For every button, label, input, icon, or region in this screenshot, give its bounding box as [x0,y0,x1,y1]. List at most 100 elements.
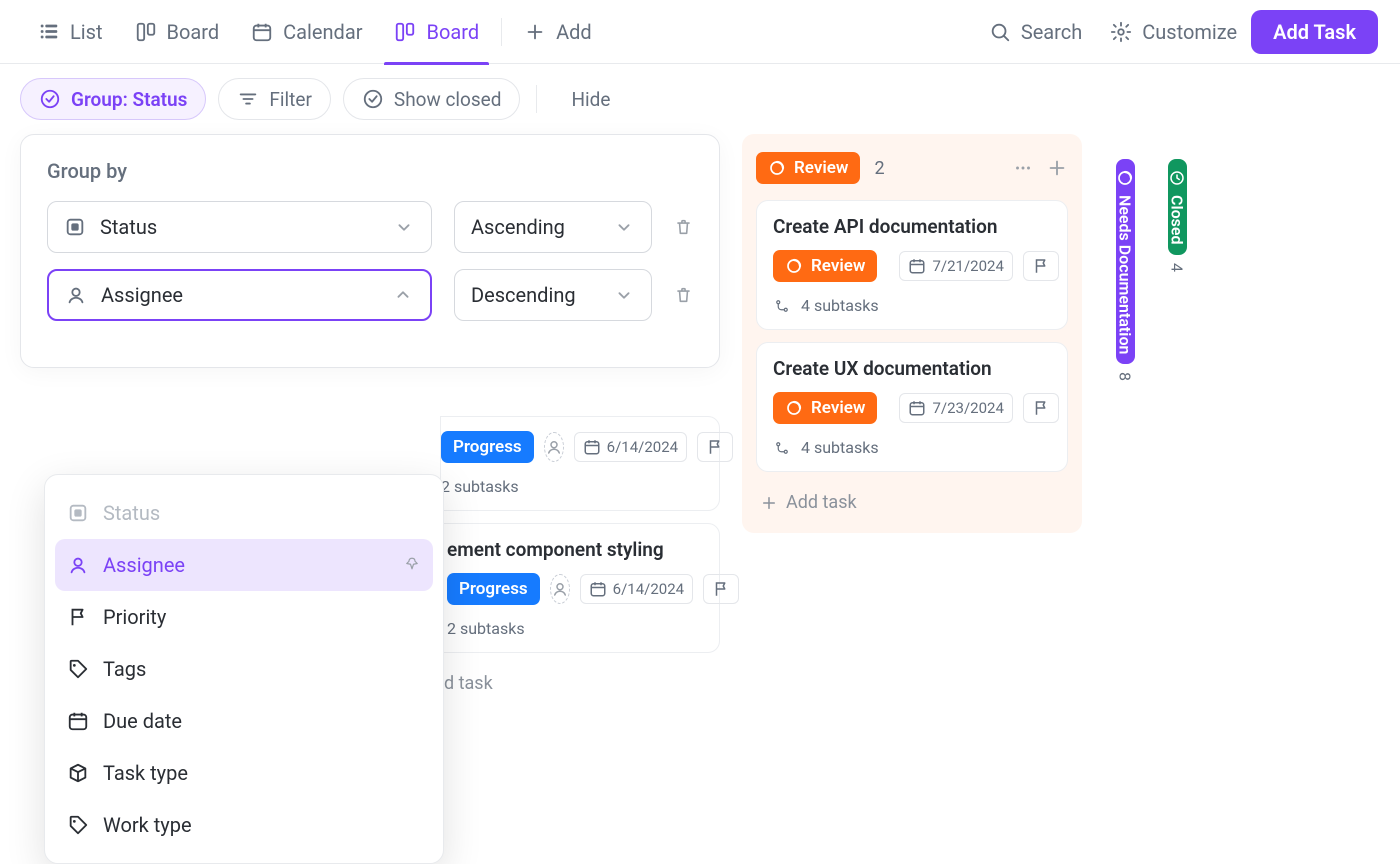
add-task-inline[interactable]: Add task [756,486,1068,519]
dropdown-option-work-type[interactable]: Work type [55,799,433,851]
gear-icon [1110,21,1132,43]
priority-flag-chip[interactable] [697,432,733,462]
show-closed-pill[interactable]: Show closed [343,78,521,120]
group-sort-value: Ascending [471,215,565,239]
tab-label: Board [426,20,479,44]
group-pill[interactable]: Group: Status [20,78,206,120]
task-title: ement component styling [447,538,703,561]
search-label: Search [1021,20,1082,44]
tag-icon [67,814,89,836]
dropdown-option-tags[interactable]: Tags [55,643,433,695]
plus-icon[interactable] [1046,157,1068,179]
progress-circle-icon [785,399,803,417]
avatar[interactable] [887,393,889,423]
add-task-label: Add Task [1273,20,1356,44]
add-task-button[interactable]: Add Task [1251,10,1378,54]
pin-icon[interactable] [403,556,421,574]
status-icon [64,216,86,238]
due-date-chip[interactable]: 7/23/2024 [899,393,1012,423]
progress-circle-icon [785,257,803,275]
status-chip-in-progress[interactable]: Progress [441,431,534,463]
group-row: Assignee Descending [47,269,693,321]
column-count: 2 [874,158,884,179]
column-count: 8 [1116,372,1135,381]
group-field-value: Status [100,215,157,239]
check-circle-icon [362,88,384,110]
priority-flag-chip[interactable] [703,574,739,604]
board-icon [135,21,157,43]
dropdown-option-task-type[interactable]: Task type [55,747,433,799]
dropdown-option-due-date[interactable]: Due date [55,695,433,747]
plus-icon [524,21,546,43]
group-by-popover: Group by Status Ascending Assignee Desce… [20,134,720,368]
status-icon [67,502,89,524]
tab-list[interactable]: List [22,0,119,64]
dropdown-option-priority[interactable]: Priority [55,591,433,643]
avatar[interactable] [887,251,889,281]
dropdown-option-assignee[interactable]: Assignee [55,539,433,591]
search-button[interactable]: Search [975,11,1096,53]
group-field-dropdown: Status Assignee Priority Tags Due date T… [44,474,444,864]
more-icon[interactable] [1012,157,1034,179]
add-task-inline[interactable]: d task [440,667,720,700]
board-icon [394,21,416,43]
due-date-chip[interactable]: 6/14/2024 [580,574,693,604]
group-field-select[interactable]: Status [47,201,432,253]
priority-flag-chip[interactable] [1023,251,1059,281]
status-chip-review[interactable]: Review [756,152,860,184]
status-chip-review[interactable]: Review [773,250,877,282]
task-card[interactable]: Create UX documentation Review 7/23/2024… [756,342,1068,472]
add-view-button[interactable]: Add [508,0,608,64]
priority-flag-chip[interactable] [1023,393,1059,423]
tab-label: Calendar [283,20,362,44]
clock-icon [1168,169,1186,187]
status-chip-in-progress[interactable]: Progress [447,573,540,605]
due-date-chip[interactable]: 6/14/2024 [574,432,687,462]
trash-icon[interactable] [674,214,693,240]
task-card[interactable]: Progress 6/14/2024 2 subtasks [440,416,720,511]
group-label: Group: Status [71,88,187,111]
subtasks-count: 2 subtasks [447,619,703,638]
flag-icon [1032,399,1050,417]
status-chip-review[interactable]: Review [773,392,877,424]
flag-icon [1032,257,1050,275]
customize-button[interactable]: Customize [1096,11,1251,53]
calendar-icon [908,399,926,417]
hide-label: Hide [571,88,610,111]
filter-pill[interactable]: Filter [218,78,330,120]
calendar-icon [251,21,273,43]
add-view-label: Add [556,20,592,44]
hide-button[interactable]: Hide [553,88,628,111]
assignee-empty-icon[interactable] [544,432,564,462]
chevron-up-icon [392,284,414,306]
due-date-chip[interactable]: 7/21/2024 [899,251,1012,281]
flag-icon [67,606,89,628]
divider [501,18,502,46]
subtasks-icon [773,297,791,315]
tab-board-active[interactable]: Board [378,0,495,64]
task-card[interactable]: ement component styling Progress 6/14/20… [440,523,720,653]
group-field-select[interactable]: Assignee [47,269,432,321]
column-count: 4 [1168,263,1187,272]
task-card[interactable]: Create API documentation Review 7/21/202… [756,200,1068,330]
tab-board-1[interactable]: Board [119,0,236,64]
progress-circle-icon [1116,169,1134,187]
column-header: Review 2 [756,148,1068,188]
tab-calendar[interactable]: Calendar [235,0,378,64]
group-sort-select[interactable]: Descending [454,269,652,321]
filter-label: Filter [269,88,311,111]
calendar-icon [67,710,89,732]
chevron-down-icon [613,284,635,306]
group-field-value: Assignee [101,283,183,307]
collapsed-column-needs-doc[interactable]: Needs Documentation 8 [1105,159,1145,381]
task-title: Create UX documentation [773,357,1051,380]
dropdown-option-status: Status [55,487,433,539]
collapsed-column-closed[interactable]: Closed 4 [1157,159,1197,381]
assignee-empty-icon[interactable] [550,574,570,604]
group-sort-select[interactable]: Ascending [454,201,652,253]
flag-icon [712,580,730,598]
user-icon [65,284,87,306]
group-sort-value: Descending [471,283,576,307]
box-icon [67,762,89,784]
trash-icon[interactable] [674,282,693,308]
